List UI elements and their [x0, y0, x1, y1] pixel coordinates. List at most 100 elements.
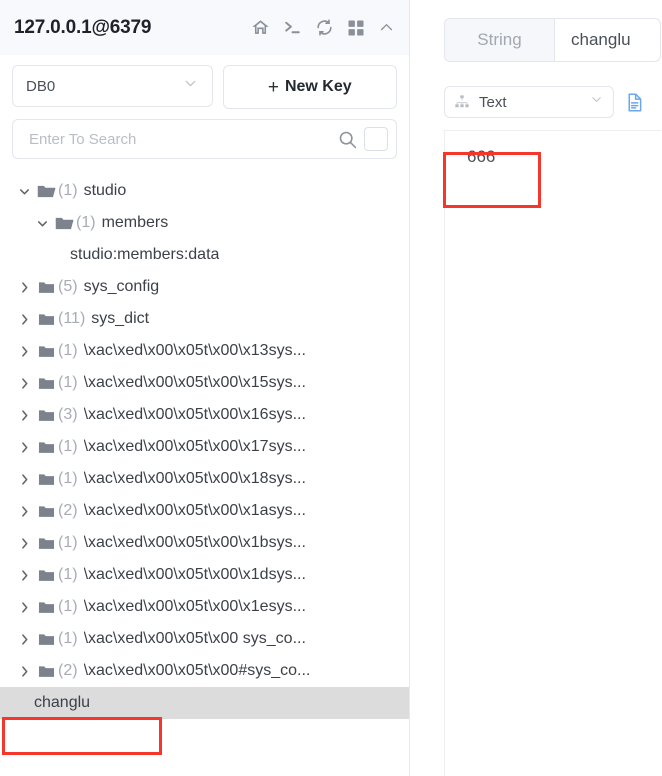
tree-item-label: sys_config [84, 278, 160, 296]
tree-item-count: (1) [58, 182, 78, 200]
chevron-right-icon[interactable] [14, 664, 34, 679]
key-browser-panel: 127.0.0.1@6379 [0, 0, 410, 776]
folder-closed-icon [34, 630, 58, 649]
tree-item[interactable]: studio:members:data [0, 239, 409, 271]
tree-item[interactable]: (1)\xac\xed\x00\x05t\x00\x1dsys... [0, 559, 409, 591]
new-key-label: New Key [285, 78, 352, 96]
home-icon[interactable] [251, 18, 270, 37]
value-editor[interactable]: 666 [444, 130, 661, 776]
folder-closed-icon [34, 566, 58, 585]
key-header-row: String changlu [410, 0, 661, 62]
tree-item-count: (1) [58, 566, 78, 584]
db-and-newkey-row: DB0 + New Key [0, 55, 409, 109]
tree-item-label: \xac\xed\x00\x05t\x00#sys_co... [84, 662, 311, 680]
db-select-value: DB0 [26, 78, 55, 95]
tree-item-count: (1) [58, 342, 78, 360]
chevron-right-icon[interactable] [14, 504, 34, 519]
new-key-button[interactable]: + New Key [223, 65, 398, 109]
chevron-right-icon[interactable] [14, 440, 34, 455]
chevron-right-icon[interactable] [14, 536, 34, 551]
tree-item[interactable]: (1) \xac\xed\x00\x05t\x00 sys_co... [0, 623, 409, 655]
tree-item-label: \xac\xed\x00\x05t\x00\x15sys... [84, 374, 306, 392]
tree-item-label: changlu [34, 694, 90, 712]
tree-item-count: (1) [58, 470, 78, 488]
tree-item[interactable]: (1)\xac\xed\x00\x05t\x00\x1bsys... [0, 527, 409, 559]
tree-item[interactable]: (5) sys_config [0, 271, 409, 303]
tree-item[interactable]: (1)\xac\xed\x00\x05t\x00\x17sys... [0, 431, 409, 463]
tree-item-label: studio:members:data [70, 246, 219, 264]
db-select[interactable]: DB0 [12, 65, 213, 107]
tree-item[interactable]: (1)\xac\xed\x00\x05t\x00\x15sys... [0, 367, 409, 399]
key-tree[interactable]: (1)studio(1)membersstudio:members:data(5… [0, 175, 409, 776]
value-format-row: Text [410, 86, 661, 118]
chevron-right-icon[interactable] [14, 600, 34, 615]
folder-closed-icon [34, 278, 58, 297]
tree-item-label: \xac\xed\x00\x05t\x00\x13sys... [84, 342, 306, 360]
tree-item[interactable]: (1)members [0, 207, 409, 239]
chevron-down-icon[interactable] [14, 184, 34, 199]
folder-closed-icon [34, 470, 58, 489]
key-name-field[interactable]: changlu [554, 18, 661, 62]
grid-icon[interactable] [347, 19, 365, 37]
folder-closed-icon [34, 310, 58, 329]
chevron-right-icon[interactable] [14, 280, 34, 295]
tree-item-label: studio [84, 182, 127, 200]
search-box [12, 119, 397, 159]
chevron-right-icon[interactable] [14, 568, 34, 583]
connection-title: 127.0.0.1@6379 [14, 17, 151, 39]
tree-item-count: (3) [58, 406, 78, 424]
tree-item-label: \xac\xed\x00\x05t\x00\x1esys... [84, 598, 306, 616]
chevron-right-icon[interactable] [14, 632, 34, 647]
tree-item[interactable]: (2) \xac\xed\x00\x05t\x00\x1asys... [0, 495, 409, 527]
tree-item[interactable]: (1) \xac\xed\x00\x05t\x00\x13sys... [0, 335, 409, 367]
tree-item-count: (2) [58, 502, 78, 520]
tree-item-count: (5) [58, 278, 78, 296]
folder-closed-icon [34, 342, 58, 361]
tree-item-count: (1) [58, 598, 78, 616]
tree-item[interactable]: (2)\xac\xed\x00\x05t\x00#sys_co... [0, 655, 409, 687]
chevron-down-icon [589, 92, 604, 112]
folder-closed-icon [34, 374, 58, 393]
key-type-badge: String [444, 18, 554, 62]
tree-item-selected[interactable]: changlu [0, 687, 409, 719]
tree-item-label: \xac\xed\x00\x05t\x00\x1asys... [84, 502, 306, 520]
search-icon[interactable] [331, 129, 364, 150]
chevron-right-icon[interactable] [14, 472, 34, 487]
tree-item[interactable]: (3) \xac\xed\x00\x05t\x00\x16sys... [0, 399, 409, 431]
folder-closed-icon [34, 502, 58, 521]
connection-header: 127.0.0.1@6379 [0, 0, 409, 55]
tree-item-count: (1) [58, 630, 78, 648]
tree-item[interactable]: (1) studio [0, 175, 409, 207]
redis-client-window: 127.0.0.1@6379 [0, 0, 662, 776]
chevron-up-icon[interactable] [378, 19, 395, 36]
tree-item-label: \xac\xed\x00\x05t\x00 sys_co... [84, 630, 306, 648]
value-text: 666 [467, 147, 495, 167]
search-options-checkbox[interactable] [364, 127, 388, 151]
folder-closed-icon [34, 406, 58, 425]
chevron-right-icon[interactable] [14, 376, 34, 391]
tree-item[interactable]: (1) \xac\xed\x00\x05t\x00\x1esys... [0, 591, 409, 623]
chevron-right-icon[interactable] [14, 408, 34, 423]
tree-item-label: members [102, 214, 169, 232]
refresh-icon[interactable] [315, 18, 334, 37]
plus-icon: + [268, 78, 279, 97]
copy-document-icon[interactable] [624, 92, 645, 113]
console-icon[interactable] [283, 18, 302, 37]
folder-closed-icon [34, 534, 58, 553]
value-format-select[interactable]: Text [444, 86, 614, 118]
sitemap-icon [454, 94, 470, 110]
key-detail-panel: String changlu Text 666 [410, 0, 661, 776]
folder-closed-icon [34, 438, 58, 457]
tree-item-label: \xac\xed\x00\x05t\x00\x18sys... [84, 470, 306, 488]
tree-item[interactable]: (11)sys_dict [0, 303, 409, 335]
chevron-right-icon[interactable] [14, 312, 34, 327]
chevron-down-icon[interactable] [32, 216, 52, 231]
tree-item-count: (11) [58, 310, 85, 328]
tree-item[interactable]: (1) \xac\xed\x00\x05t\x00\x18sys... [0, 463, 409, 495]
chevron-right-icon[interactable] [14, 344, 34, 359]
tree-item-label: \xac\xed\x00\x05t\x00\x16sys... [84, 406, 306, 424]
search-input[interactable] [27, 130, 331, 149]
folder-closed-icon [34, 662, 58, 681]
tree-item-count: (1) [58, 534, 78, 552]
folder-closed-icon [34, 598, 58, 617]
